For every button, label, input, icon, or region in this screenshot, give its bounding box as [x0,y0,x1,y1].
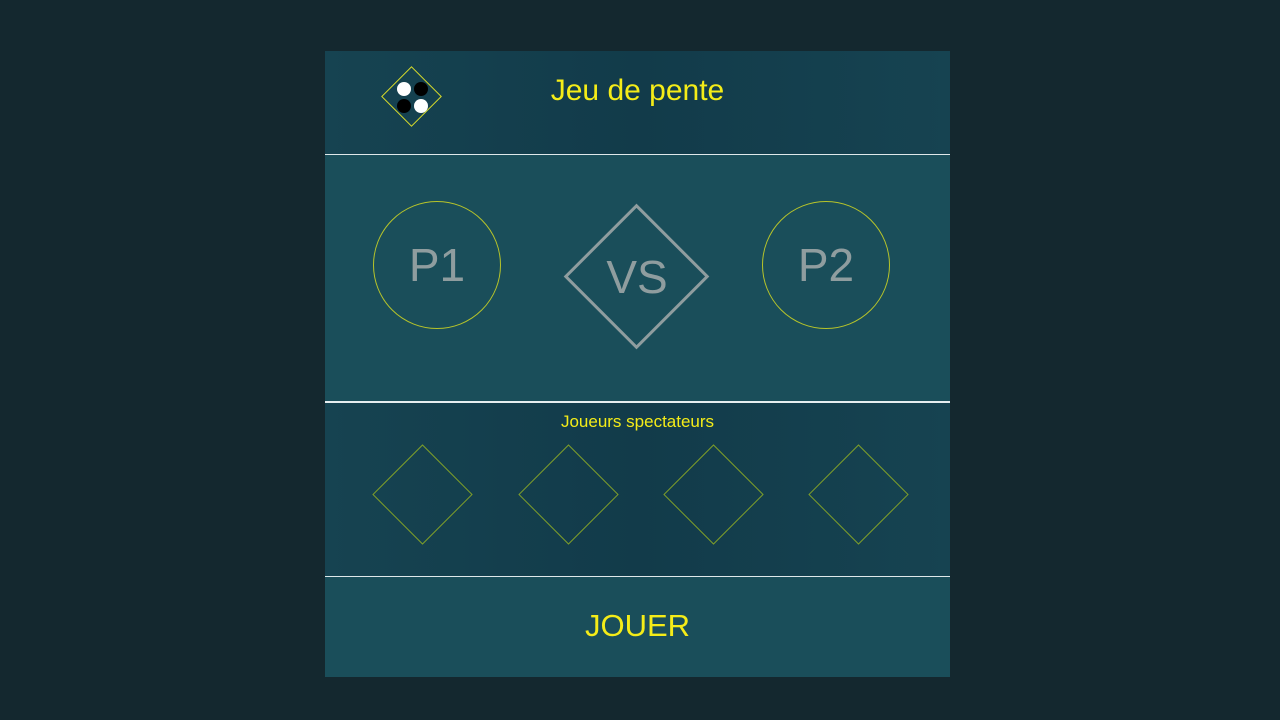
spectator-slot[interactable] [808,444,909,545]
spectators-section: Joueurs spectateurs [325,403,950,577]
player1-slot[interactable]: P1 [373,201,501,329]
player2-label: P2 [797,239,855,291]
spectator-slot[interactable] [518,444,619,545]
versus-section: P1 VS P2 [325,155,950,403]
play-button[interactable]: JOUER [325,606,950,646]
player2-slot[interactable]: P2 [762,201,890,329]
play-section: JOUER [325,577,950,677]
spectator-slot[interactable] [372,444,473,545]
spectators-title: Joueurs spectateurs [560,412,715,431]
spectator-slot[interactable] [663,444,764,545]
header: Jeu de pente [325,51,950,155]
player1-label: P1 [408,239,466,291]
vs-label: VS [606,251,668,303]
page-title: Jeu de pente [550,74,725,107]
game-lobby-panel: Jeu de pente P1 VS P2 Joueurs spectateur… [325,51,950,677]
